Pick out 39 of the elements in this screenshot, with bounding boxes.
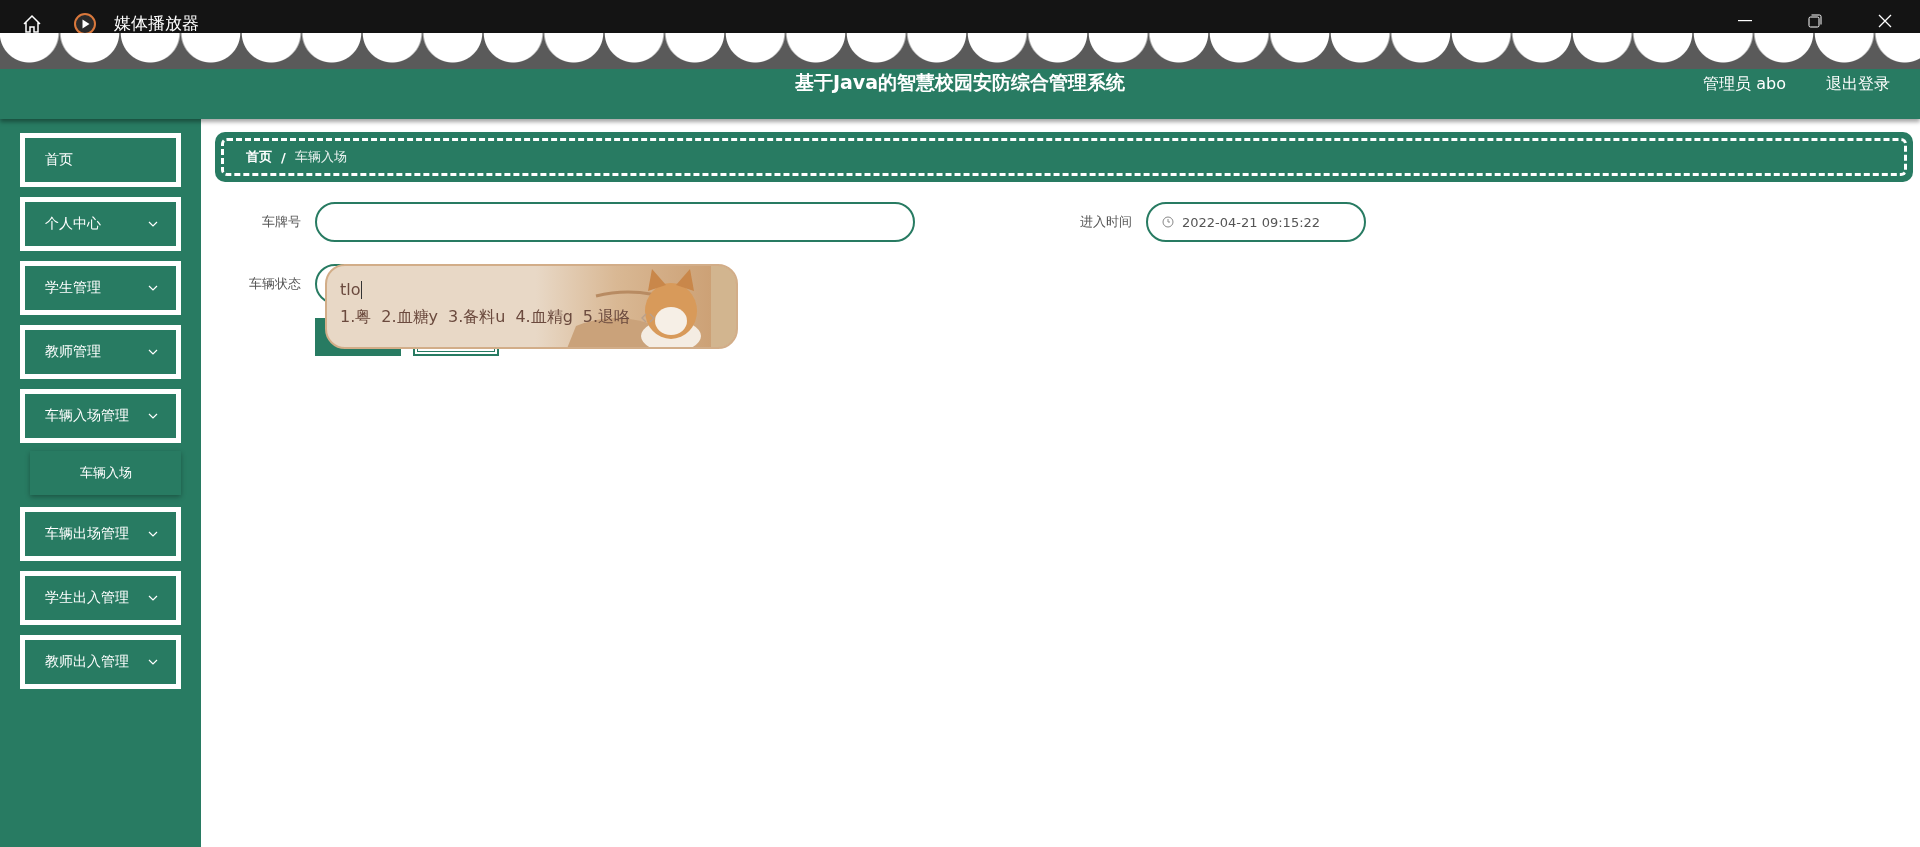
home-icon[interactable] [22, 13, 42, 34]
minimize-icon [1738, 19, 1752, 22]
chevron-down-icon [148, 595, 158, 601]
sidebar-item[interactable]: 学生出入管理 [20, 571, 181, 625]
field-label: 车辆状态 [248, 275, 302, 293]
clock-icon [1162, 216, 1174, 228]
restore-icon [1808, 13, 1822, 28]
window-title: 媒体播放器 [114, 12, 199, 35]
play-icon [74, 12, 96, 35]
close-icon [1878, 13, 1892, 28]
field-label: 车牌号 [261, 213, 302, 231]
ime-candidate[interactable]: 4.血精g [515, 307, 573, 328]
system-title: 基于Java的智慧校园安防综合管理系统 [794, 70, 1126, 95]
user-name: 管理员 abo [1703, 74, 1786, 95]
breadcrumb-item[interactable]: 车辆入场 [294, 148, 347, 166]
chevron-down-icon [148, 349, 158, 355]
ime-candidate[interactable]: 3.备料u [448, 307, 506, 328]
ime-candidate[interactable]: 1.粤 [340, 307, 372, 328]
datetime-field[interactable]: 2022-04-21 09:15:22 [1146, 202, 1366, 242]
sidebar-item[interactable]: 车辆出场管理 [20, 507, 181, 561]
sidebar-subitem[interactable]: 车辆入场 [30, 451, 181, 495]
chevron-down-icon [148, 659, 158, 665]
sidebar-item[interactable]: 个人中心 [20, 197, 181, 251]
breadcrumb-separator: / [281, 149, 286, 165]
input-field[interactable] [315, 202, 915, 242]
ime-candidate[interactable]: 5.退咯 [582, 307, 631, 328]
sidebar-item[interactable]: 教师出入管理 [20, 635, 181, 689]
sidebar-item[interactable]: 车辆入场管理 [20, 389, 181, 443]
ime-candidate[interactable]: 2.血糖y [381, 307, 438, 328]
breadcrumb-item[interactable]: 首页 [246, 148, 272, 166]
logout-link[interactable]: 退出登录 [1826, 74, 1890, 95]
chevron-down-icon [148, 221, 158, 227]
chevron-down-icon [148, 285, 158, 291]
field-label: 进入时间 [1079, 213, 1133, 231]
chevron-down-icon [148, 531, 158, 537]
sidebar-item[interactable]: 首页 [20, 133, 181, 187]
chevron-down-icon [148, 413, 158, 419]
sidebar-item[interactable]: 学生管理 [20, 261, 181, 315]
sidebar-item[interactable]: 教师管理 [20, 325, 181, 379]
